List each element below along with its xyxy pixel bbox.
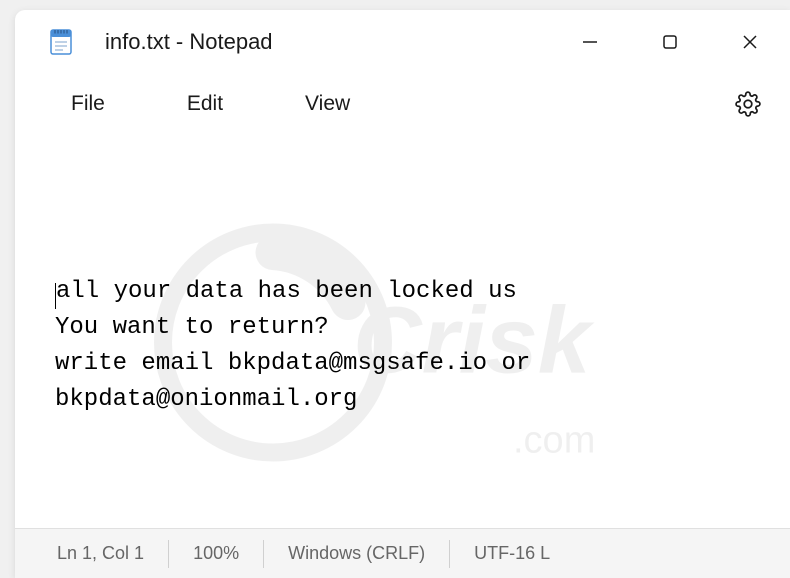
- editor-content: all your data has been locked us You wan…: [55, 274, 750, 418]
- status-zoom[interactable]: 100%: [169, 540, 264, 568]
- settings-button[interactable]: [726, 82, 770, 126]
- maximize-button[interactable]: [630, 10, 710, 74]
- notepad-window: info.txt - Notepad File Edit Vi: [15, 10, 790, 578]
- titlebar[interactable]: info.txt - Notepad: [15, 10, 790, 74]
- menu-view[interactable]: View: [289, 84, 366, 124]
- menu-file[interactable]: File: [55, 84, 121, 124]
- minimize-button[interactable]: [550, 10, 630, 74]
- text-editor[interactable]: Crisk .com all your data has been locked…: [15, 134, 790, 528]
- text-cursor: [55, 283, 56, 309]
- notepad-icon: [45, 26, 77, 58]
- close-button[interactable]: [710, 10, 790, 74]
- window-controls: [550, 10, 790, 74]
- menubar: File Edit View: [15, 74, 790, 134]
- status-encoding[interactable]: UTF-16 L: [450, 540, 574, 568]
- status-lineending[interactable]: Windows (CRLF): [264, 540, 450, 568]
- svg-text:.com: .com: [513, 420, 595, 462]
- window-title: info.txt - Notepad: [105, 29, 550, 55]
- menu-edit[interactable]: Edit: [171, 84, 239, 124]
- statusbar: Ln 1, Col 1 100% Windows (CRLF) UTF-16 L: [15, 528, 790, 578]
- gear-icon: [735, 91, 761, 117]
- status-position[interactable]: Ln 1, Col 1: [15, 540, 169, 568]
